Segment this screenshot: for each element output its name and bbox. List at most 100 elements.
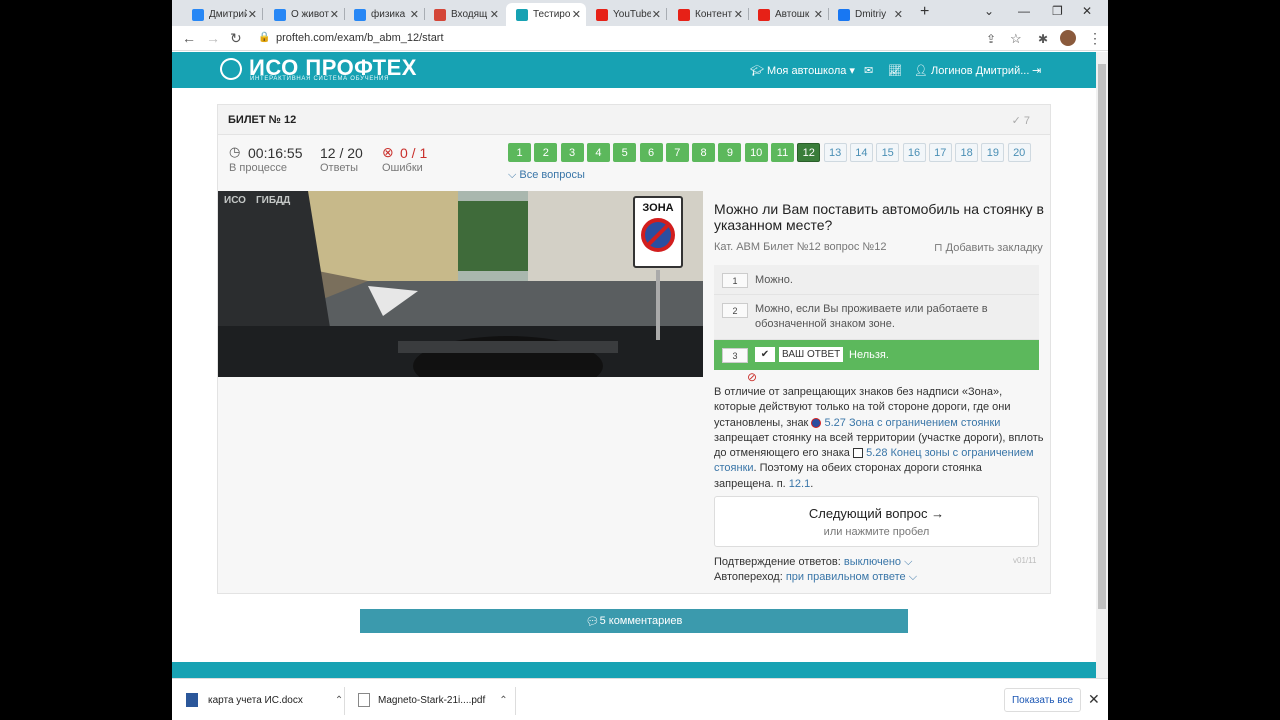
youtube-icon [758,8,770,21]
chart-icon[interactable]: 📈︎ [888,64,902,77]
answer-text: Можно, если Вы проживаете или работаете … [755,303,988,330]
answers-label: Ответы [320,162,359,174]
user-icon: 👤︎ [914,65,928,77]
nav-user[interactable]: 👤︎ Логинов Дмитрий... [914,64,1029,77]
answer-option-3[interactable]: 3 ✔ ВАШ ОТВЕТ Нельзя. [714,340,1039,370]
close-tab-icon[interactable]: ✕ [248,8,257,21]
autoadvance-toggle[interactable]: при правильном ответе ⌵ [786,571,917,583]
question-button-5[interactable]: 5 [613,143,637,162]
question-button-17[interactable]: 17 [928,143,952,162]
tab-title: О живот [291,9,329,20]
tab-title: Тестиро [533,9,571,20]
star-icon[interactable]: ☆ [1010,31,1022,47]
answer-text: Нельзя. [849,349,889,361]
question-button-6[interactable]: 6 [639,143,663,162]
close-tab-icon[interactable]: ✕ [814,8,823,21]
confirm-toggle[interactable]: выключено ⌵ [844,556,913,568]
tab-5[interactable]: Тестиро ✕ [506,3,586,26]
logo-subtitle: ИНТЕРАКТИВНАЯ СИСТЕМА ОБУЧЕНИЯ [250,76,390,82]
question-button-3[interactable]: 3 [560,143,584,162]
question-button-11[interactable]: 11 [771,143,794,162]
youtube-icon [678,8,690,21]
tab-4[interactable]: Входящ ✕ [424,3,504,26]
question-button-20[interactable]: 20 [1007,143,1031,162]
download-item-2[interactable]: Magneto-Stark-21i....pdf ⌃ [358,679,508,720]
question-button-14[interactable]: 14 [849,143,873,162]
tab-title: Контент [695,9,733,20]
photo-watermark: ИСО [224,195,246,206]
comments-button[interactable]: 💬︎ 5 комментариев [360,609,908,633]
answer-option-1[interactable]: 1 Можно. [714,265,1039,295]
new-tab-icon[interactable]: + [920,3,929,21]
close-tab-icon[interactable]: ✕ [410,8,419,21]
profile-avatar[interactable] [1060,30,1076,46]
next-question-button[interactable]: Следующий вопрос → или нажмите пробел [714,496,1039,547]
share-icon[interactable]: ⇪ [986,32,996,46]
question-button-7[interactable]: 7 [665,143,689,162]
question-button-19[interactable]: 19 [981,143,1005,162]
close-tab-icon[interactable]: ✕ [330,8,339,21]
question-button-1[interactable]: 1 [508,143,531,162]
answer-option-2[interactable]: 2 Можно, если Вы проживаете или работает… [714,295,1039,340]
back-icon[interactable]: ← [182,30,196,46]
close-window-icon[interactable]: ✕ [1082,4,1092,18]
tab-8[interactable]: Автошк ✕ [748,3,828,26]
question-button-4[interactable]: 4 [586,143,610,162]
tab-title: физика [371,9,406,20]
photo-watermark-2: ГИБДД [256,195,291,206]
gmail-icon [434,8,446,21]
scrollbar-thumb[interactable] [1098,64,1106,609]
answer-number: 1 [722,273,748,288]
question-button-15[interactable]: 15 [876,143,900,162]
tab-9[interactable]: Dmitriy ✕ [828,3,908,26]
chevron-up-icon[interactable]: ⌃ [335,695,343,706]
tab-2[interactable]: О живот ✕ [264,3,344,26]
link-sign-527[interactable]: 5.27 Зона с ограничением стоянки [825,417,1001,429]
tab-6[interactable]: YouTube ✕ [586,3,666,26]
question-button-13[interactable]: 13 [823,143,847,162]
mail-icon[interactable]: ✉ [864,64,873,77]
close-tab-icon[interactable]: ✕ [894,8,903,21]
forward-icon[interactable]: → [206,30,220,46]
address-bar[interactable]: profteh.com/exam/b_abm_12/start [276,32,444,44]
bookmark-button[interactable]: ⊓ Добавить закладку [934,241,1043,254]
exam-card: БИЛЕТ № 12 ✓ 7 ◷ 00:16:55 В процессе 12 … [217,104,1051,594]
chevron-up-icon[interactable]: ⌃ [499,695,507,706]
scrollbar[interactable] [1096,52,1108,678]
tab-7[interactable]: Контент ✕ [668,3,748,26]
tab-1[interactable]: Дмитрий ✕ [182,3,262,26]
nav-school[interactable]: 🎓︎ Моя автошкола ▾ [750,64,855,77]
extensions-icon[interactable]: ✱ [1038,32,1048,46]
question-button-12[interactable]: 12 [797,143,821,162]
close-downloads-icon[interactable]: ✕ [1088,691,1100,708]
minimize-icon[interactable]: — [1018,4,1030,18]
restore-icon[interactable]: ❐ [1052,4,1063,18]
close-tab-icon[interactable]: ✕ [490,8,499,21]
tab-3[interactable]: физика ✕ [344,3,424,26]
menu-icon[interactable]: ⋮ [1088,30,1102,47]
download-item-1[interactable]: карта учета ИС.docx ⌃ [186,679,343,720]
reload-icon[interactable]: ↻ [230,30,242,47]
tab-search-icon[interactable]: ⌄ [984,4,994,18]
close-tab-icon[interactable]: ✕ [652,8,661,21]
question-button-16[interactable]: 16 [902,143,926,162]
question-button-10[interactable]: 10 [744,143,768,162]
answers-value: 12 / 20 [320,145,363,161]
link-rule-121[interactable]: 12.1 [789,478,810,490]
zone-sign-label: ЗОНА [642,202,674,214]
question-button-18[interactable]: 18 [955,143,979,162]
logo-icon[interactable] [216,54,246,84]
lock-icon[interactable]: 🔒 [258,32,270,43]
all-questions-toggle[interactable]: ⌵ Все вопросы [508,169,585,182]
close-tab-icon[interactable]: ✕ [572,8,581,21]
question-button-9[interactable]: 9 [718,143,742,162]
pdf-file-icon [358,693,370,707]
question-button-2[interactable]: 2 [534,143,558,162]
question-button-8[interactable]: 8 [692,143,716,162]
logout-icon[interactable]: ⇥ [1032,64,1041,77]
show-all-button[interactable]: Показать все [1004,688,1081,712]
question-text: Можно ли Вам поставить автомобиль на сто… [714,201,1044,233]
check-counter: ✓ 7 [1011,115,1030,127]
close-tab-icon[interactable]: ✕ [734,8,743,21]
next-question-hint: или нажмите пробел [823,526,930,538]
